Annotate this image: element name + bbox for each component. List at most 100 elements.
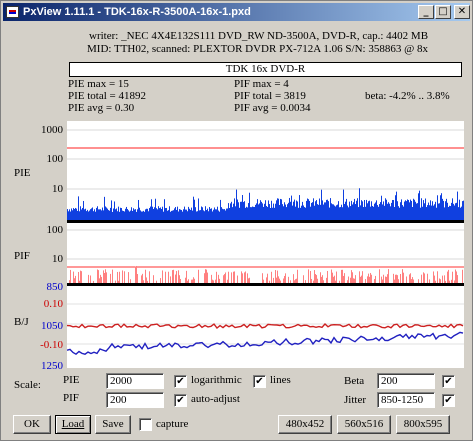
save-button[interactable]: Save — [95, 415, 131, 434]
pif-bar — [393, 273, 394, 283]
pie-bar — [239, 207, 240, 220]
pie-bar — [150, 206, 151, 220]
pie-bar — [297, 201, 298, 220]
pie-bar — [358, 207, 359, 220]
pie-bar — [451, 202, 452, 220]
pie-bar — [452, 198, 453, 220]
pie-bar — [429, 205, 430, 220]
pie-bar — [275, 203, 276, 220]
pie-bar — [227, 208, 228, 220]
pie-bar — [390, 206, 391, 220]
pif-bar — [218, 274, 219, 283]
size-560x516-button[interactable]: 560x516 — [337, 415, 391, 434]
pif-bar — [124, 271, 125, 283]
pie-bar — [308, 199, 309, 220]
pif-bar — [119, 271, 120, 283]
pie-bar — [134, 209, 135, 220]
pie-bar — [326, 199, 327, 220]
pie-bar — [131, 207, 132, 220]
pif-bar — [332, 272, 333, 283]
pif-bar — [370, 272, 371, 283]
pie-bar — [368, 201, 369, 220]
auto-adjust-checkbox[interactable]: ✔ — [174, 394, 187, 407]
pie-bar — [298, 207, 299, 220]
pie-bar — [267, 206, 268, 220]
pie-bar — [132, 211, 133, 220]
pie-bar — [240, 201, 241, 220]
pie-bar — [133, 208, 134, 220]
pif-bar — [462, 269, 463, 283]
pie-bar — [391, 202, 392, 220]
pie-bar — [414, 199, 415, 220]
pie-bar — [119, 211, 120, 220]
pie-axis-label: PIE — [14, 167, 31, 179]
pie-scale-input[interactable]: 2000 — [106, 373, 164, 389]
pie-bar — [402, 205, 403, 220]
pif-bar — [368, 273, 369, 283]
pif-bar — [103, 270, 104, 283]
pie-bar — [160, 207, 161, 220]
pie-bar — [327, 199, 328, 220]
pif-data — [69, 265, 463, 283]
load-button[interactable]: Load — [55, 415, 91, 434]
pie-bar — [456, 202, 457, 220]
pie-bar — [291, 195, 292, 220]
pif-bar — [175, 274, 176, 283]
pie-bar — [350, 206, 351, 220]
pif-bar — [198, 269, 199, 283]
pie-bar — [249, 192, 250, 220]
pif-bar — [262, 273, 263, 283]
jitter-checkbox[interactable]: ✔ — [442, 394, 455, 407]
pie-bar — [401, 199, 402, 220]
pie-max: PIE max = 15 — [68, 78, 129, 90]
pie-graph-svg — [67, 129, 464, 220]
pif-bar — [90, 275, 91, 283]
pie-bar — [196, 211, 197, 220]
pie-bar — [412, 207, 413, 220]
pie-bar — [459, 199, 460, 220]
pie-bar — [378, 206, 379, 220]
pie-bar — [110, 207, 111, 220]
pif-bar — [437, 271, 438, 283]
logarithmic-checkbox[interactable]: ✔ — [174, 375, 187, 388]
size-480x452-button[interactable]: 480x452 — [278, 415, 332, 434]
jitter-tick-1250: 1250 — [41, 360, 63, 372]
pie-bar — [98, 209, 99, 220]
pie-bar — [85, 208, 86, 220]
ok-button[interactable]: OK — [13, 415, 51, 434]
pie-bar — [413, 198, 414, 220]
pif-bar — [448, 269, 449, 283]
pie-bar — [406, 201, 407, 220]
pie-bar — [336, 205, 337, 220]
size-800x595-button[interactable]: 800x595 — [396, 415, 450, 434]
pie-graph — [67, 121, 464, 220]
pie-bar — [230, 203, 231, 220]
pie-bar — [428, 202, 429, 220]
pie-bar — [260, 200, 261, 220]
pie-bar — [106, 207, 107, 220]
pie-bar — [84, 209, 85, 220]
pif-scale-input[interactable]: 200 — [106, 392, 164, 408]
pie-bar — [409, 202, 410, 220]
title-bar[interactable]: PxView 1.11.1 - TDK-16x-R-3500A-16x-1.px… — [3, 3, 470, 21]
pie-bar — [165, 208, 166, 220]
pie-bar — [251, 207, 252, 220]
beta-checkbox[interactable]: ✔ — [442, 375, 455, 388]
pie-bar — [421, 198, 422, 220]
pie-bar — [332, 204, 333, 220]
pie-bar — [144, 211, 145, 220]
pie-bar — [286, 207, 287, 220]
pif-bar — [423, 272, 424, 283]
beta-scale-input[interactable]: 200 — [377, 373, 435, 389]
maximize-button[interactable]: □ — [435, 5, 451, 19]
jitter-scale-input[interactable]: 850-1250 — [377, 392, 435, 408]
pie-bar — [102, 207, 103, 220]
pif-tick-100: 100 — [46, 224, 64, 236]
pie-bar — [237, 199, 238, 220]
pie-bar — [223, 209, 224, 220]
pie-bar — [104, 196, 105, 220]
lines-checkbox[interactable]: ✔ — [253, 375, 266, 388]
capture-checkbox[interactable] — [139, 418, 152, 431]
minimize-button[interactable]: _ — [418, 5, 434, 19]
close-button[interactable]: ✕ — [454, 5, 470, 19]
